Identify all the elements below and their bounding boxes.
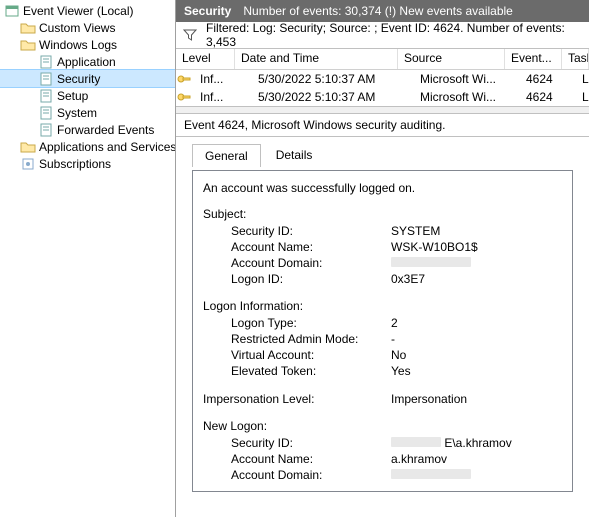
cell-level: Inf... [194,90,252,104]
tree-label: System [57,106,97,120]
key-icon [176,71,192,87]
tree-setup[interactable]: Setup [0,87,175,104]
tree-apps-services[interactable]: Applications and Services Lo [0,138,175,155]
tree-label: Setup [57,89,88,103]
redacted-icon [391,257,471,267]
tree-application[interactable]: Application [0,53,175,70]
tree-label: Security [57,72,100,86]
log-icon [38,71,54,87]
log-header: Security Number of events: 30,374 (!) Ne… [176,0,589,22]
tree-security[interactable]: Security [0,70,175,87]
logon-info-label: Logon Information: [203,299,562,313]
account-domain-key: Account Domain: [231,255,391,271]
redacted-icon [391,437,441,447]
tree-subscriptions[interactable]: Subscriptions [0,155,175,172]
cell-source: Microsoft Wi... [414,90,520,104]
column-headers: Level Date and Time Source Event... Task… [176,49,589,70]
log-icon [38,54,54,70]
tree-label: Event Viewer (Local) [23,4,134,18]
nl-acct-val: a.khramov [391,451,447,467]
cell-level: Inf... [194,72,252,86]
security-id-val: SYSTEM [391,223,440,239]
detail-tabs: General Details [176,137,589,166]
folder-icon [20,20,36,36]
restricted-admin-val: - [391,331,395,347]
event-row[interactable]: Inf... 5/30/2022 5:10:37 AM Microsoft Wi… [176,88,589,106]
filter-text: Filtered: Log: Security; Source: ; Event… [206,21,583,49]
nl-sid-val: E\a.khramov [391,435,512,451]
tree-system[interactable]: System [0,104,175,121]
logon-type-val: 2 [391,315,398,331]
cell-task: Logon [576,90,589,104]
new-logon-label: New Logon: [203,419,562,433]
splitter[interactable] [176,106,589,114]
nl-sid-key: Security ID: [231,435,391,451]
nl-acct-key: Account Name: [231,451,391,467]
logon-type-key: Logon Type: [231,315,391,331]
log-icon [38,122,54,138]
tree-windows-logs[interactable]: Windows Logs [0,36,175,53]
account-name-key: Account Name: [231,239,391,255]
cell-task: Logon [576,72,589,86]
nl-dom-key: Account Domain: [231,467,391,483]
detail-summary: An account was successfully logged on. [203,181,415,195]
account-name-val: WSK-W10BO1$ [391,239,478,255]
col-source[interactable]: Source [398,49,505,69]
tree-label: Applications and Services Lo [39,140,176,154]
col-task[interactable]: Task Ca [562,49,589,69]
event-row[interactable]: Inf... 5/30/2022 5:10:37 AM Microsoft Wi… [176,70,589,88]
logon-id-val: 0x3E7 [391,271,425,287]
nl-dom-val [391,467,471,483]
event-rows: Inf... 5/30/2022 5:10:37 AM Microsoft Wi… [176,70,589,106]
cell-date: 5/30/2022 5:10:37 AM [252,90,414,104]
log-icon [38,88,54,104]
security-id-key: Security ID: [231,223,391,239]
tree-label: Forwarded Events [57,123,154,137]
cell-event: 4624 [520,72,576,86]
detail-title: Event 4624, Microsoft Windows security a… [176,114,589,137]
cell-event: 4624 [520,90,576,104]
restricted-admin-key: Restricted Admin Mode: [231,331,391,347]
col-event[interactable]: Event... [505,49,562,69]
cell-date: 5/30/2022 5:10:37 AM [252,72,414,86]
tree-custom-views[interactable]: Custom Views [0,19,175,36]
cell-source: Microsoft Wi... [414,72,520,86]
folder-icon [20,37,36,53]
tree-forwarded[interactable]: Forwarded Events [0,121,175,138]
tab-details[interactable]: Details [263,143,326,166]
folder-icon [20,139,36,155]
tree-label: Custom Views [39,21,115,35]
subscriptions-icon [20,156,36,172]
redacted-icon [391,469,471,479]
virtual-account-key: Virtual Account: [231,347,391,363]
impersonation-val: Impersonation [391,391,467,407]
tree-root[interactable]: Event Viewer (Local) [0,2,175,19]
tab-general[interactable]: General [192,144,261,167]
subject-label: Subject: [203,207,562,221]
filter-icon [182,27,198,43]
virtual-account-val: No [391,347,406,363]
logon-id-key: Logon ID: [231,271,391,287]
col-level[interactable]: Level [176,49,235,69]
elevated-token-key: Elevated Token: [231,363,391,379]
elevated-token-val: Yes [391,363,411,379]
tree-label: Windows Logs [39,38,117,52]
tree-label: Subscriptions [39,157,111,171]
log-count: Number of events: 30,374 (!) New events … [243,4,512,18]
log-title: Security [184,4,231,18]
tree-label: Application [57,55,116,69]
key-icon [176,89,192,105]
detail-panel: An account was successfully logged on. S… [192,170,573,492]
filter-bar: Filtered: Log: Security; Source: ; Event… [176,22,589,49]
navigation-tree: Event Viewer (Local) Custom Views Window… [0,0,176,517]
eventviewer-icon [4,3,20,19]
impersonation-key: Impersonation Level: [203,391,391,407]
col-date[interactable]: Date and Time [235,49,398,69]
log-icon [38,105,54,121]
account-domain-val [391,255,471,271]
